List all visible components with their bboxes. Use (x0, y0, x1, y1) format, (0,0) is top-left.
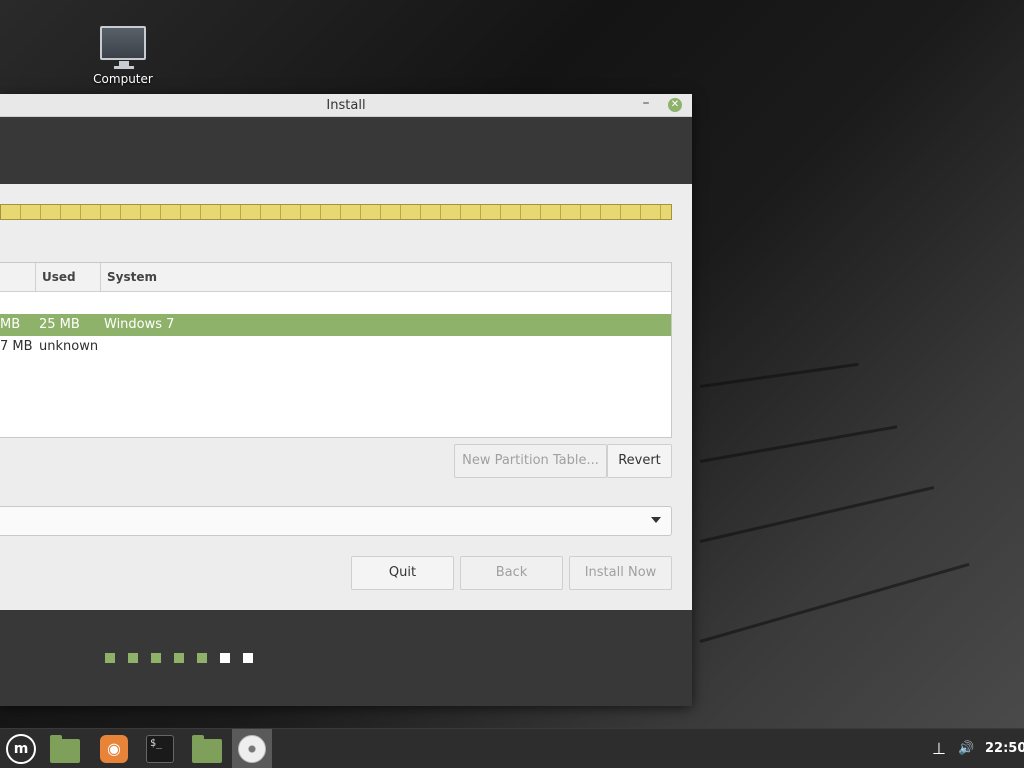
footer-band (0, 610, 692, 706)
files-icon (192, 735, 222, 763)
show-desktop-icon (50, 735, 80, 763)
installer-disc-icon (238, 735, 266, 763)
column-header-system[interactable]: System (100, 263, 671, 292)
partition-table: Used System MB 25 MB Windows 7 7 MB unkn… (0, 262, 672, 438)
table-row[interactable]: MB 25 MB Windows 7 (0, 314, 671, 336)
taskbar: m ◉ $_ ⊥ 🔊 22:50 (0, 728, 1024, 768)
progress-step-done (197, 653, 207, 663)
progress-step-current (220, 653, 230, 663)
new-partition-table-button[interactable]: New Partition Table... (454, 444, 607, 478)
terminal-launcher[interactable]: $_ (144, 733, 176, 765)
show-desktop-button[interactable] (48, 733, 80, 765)
window-titlebar[interactable]: Install – ✕ (0, 94, 692, 117)
installer-task-button[interactable] (232, 729, 272, 768)
wallpaper-streak (699, 425, 898, 463)
cell-system: Windows 7 (104, 317, 175, 332)
progress-step-pending (243, 653, 253, 663)
mint-menu-icon[interactable]: m (6, 734, 36, 764)
wallpaper-streak (699, 562, 970, 643)
disk-usage-bar (0, 204, 672, 220)
files-launcher[interactable] (190, 733, 222, 765)
progress-step-done (174, 653, 184, 663)
table-header: Used System (0, 263, 671, 292)
volume-icon[interactable]: 🔊 (958, 729, 974, 768)
install-window: Install – ✕ Used System MB 25 MB Windows… (0, 94, 692, 706)
progress-step-done (151, 653, 161, 663)
progress-step-done (105, 653, 115, 663)
back-button[interactable]: Back (460, 556, 563, 590)
bootloader-device-select[interactable] (0, 506, 672, 536)
progress-step-done (128, 653, 138, 663)
wallpaper-streak (699, 362, 859, 388)
table-row[interactable]: 7 MB unknown (0, 336, 671, 358)
desktop-icon-computer[interactable]: Computer (88, 22, 158, 86)
cell-used: unknown (39, 339, 99, 354)
clock[interactable]: 22:50 (985, 729, 1024, 768)
terminal-icon: $_ (146, 735, 174, 763)
network-icon[interactable]: ⊥ (932, 729, 946, 768)
firefox-launcher[interactable]: ◉ (98, 733, 130, 765)
chevron-down-icon (651, 517, 661, 523)
close-button[interactable]: ✕ (668, 98, 682, 112)
column-header-used[interactable]: Used (35, 263, 100, 292)
window-title: Install (326, 98, 366, 113)
wallpaper-streak (699, 486, 935, 543)
firefox-icon: ◉ (100, 735, 128, 763)
install-now-button[interactable]: Install Now (569, 556, 672, 590)
cell-size: MB (0, 317, 21, 332)
cell-used: 25 MB (39, 317, 80, 332)
header-band (0, 117, 692, 184)
partition-content: Used System MB 25 MB Windows 7 7 MB unkn… (0, 184, 692, 610)
minimize-button[interactable]: – (638, 96, 654, 112)
monitor-icon (100, 26, 146, 69)
desktop-icon-label: Computer (93, 72, 153, 86)
quit-button[interactable]: Quit (351, 556, 454, 590)
revert-button[interactable]: Revert (607, 444, 672, 478)
cell-size: 7 MB (0, 339, 33, 354)
